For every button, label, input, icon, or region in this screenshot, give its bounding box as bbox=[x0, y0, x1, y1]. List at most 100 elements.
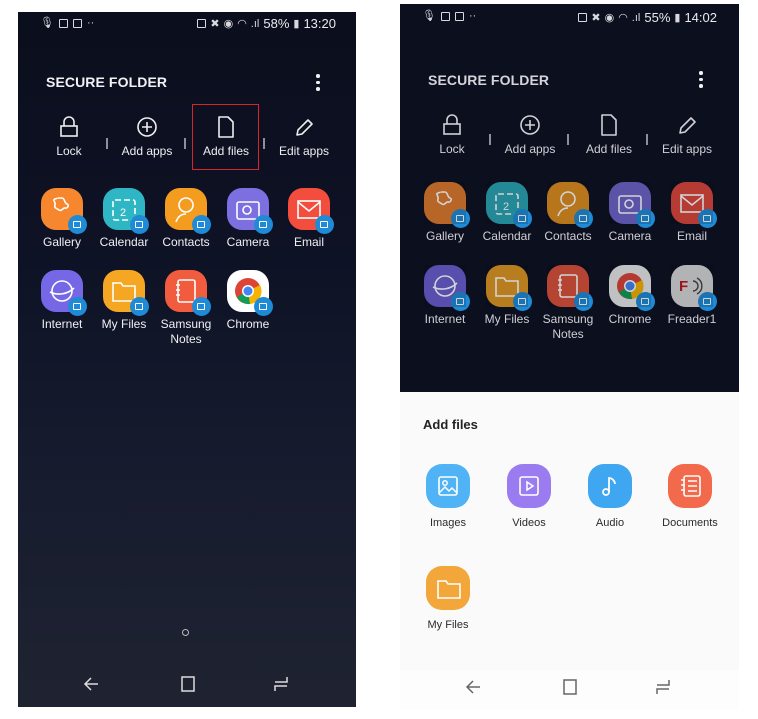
chrome-app-icon bbox=[609, 265, 655, 311]
app-calendar[interactable]: 2 Calendar bbox=[476, 182, 538, 244]
add-apps-button[interactable]: Add apps bbox=[490, 114, 570, 156]
calendar-app-icon: 2 bbox=[486, 182, 532, 228]
freader1-app-icon: F bbox=[671, 265, 717, 311]
app-my-files[interactable]: My Files bbox=[476, 265, 538, 327]
secure-folder-badge-icon bbox=[130, 297, 149, 316]
secure-folder-badge-icon bbox=[315, 215, 334, 234]
secure-folder-badge-icon bbox=[574, 209, 593, 228]
secure-folder-background: 🎙︎ ·· ✖ ◉ ◠ .ıl 55% ▮ 14:02 SECURE FOLDE… bbox=[400, 4, 739, 392]
app-calendar[interactable]: 2 Calendar bbox=[93, 188, 155, 250]
recents-icon[interactable] bbox=[272, 675, 290, 693]
app-label: My Files bbox=[101, 317, 147, 331]
action-bar: Lock Add apps Add files Edit apps bbox=[18, 116, 356, 176]
home-icon[interactable] bbox=[560, 678, 578, 696]
pencil-icon bbox=[296, 119, 313, 136]
app-label: Email bbox=[676, 229, 707, 243]
secure-folder-badge-icon bbox=[513, 292, 532, 311]
images-icon bbox=[426, 464, 470, 508]
app-chrome[interactable]: Chrome bbox=[599, 265, 661, 327]
battery-icon: ▮ bbox=[293, 17, 300, 30]
more-vert-icon[interactable] bbox=[316, 74, 320, 91]
sheet-option-videos[interactable]: Videos bbox=[489, 464, 569, 529]
contacts-app-icon bbox=[547, 182, 593, 228]
app-label: Chrome bbox=[608, 312, 652, 326]
app-camera[interactable]: Camera bbox=[217, 188, 279, 250]
camera-app-icon bbox=[609, 182, 655, 228]
app-internet[interactable]: Internet bbox=[31, 270, 93, 332]
recents-icon[interactable] bbox=[654, 678, 672, 696]
app-email[interactable]: Email bbox=[661, 182, 723, 244]
right-phone-screen: 🎙︎ ·· ✖ ◉ ◠ .ıl 55% ▮ 14:02 SECURE FOLDE… bbox=[400, 4, 739, 710]
app-chrome[interactable]: Chrome bbox=[217, 270, 279, 332]
image-icon bbox=[58, 18, 68, 28]
app-label: Gallery bbox=[425, 229, 464, 243]
gallery-app-icon bbox=[424, 182, 470, 228]
app-samsung-notes[interactable]: Samsung Notes bbox=[155, 270, 217, 347]
battery-saver-icon bbox=[578, 13, 588, 22]
back-icon[interactable] bbox=[82, 675, 100, 693]
lock-button[interactable]: Lock bbox=[412, 114, 492, 156]
app-gallery[interactable]: Gallery bbox=[31, 188, 93, 250]
battery-icon: ▮ bbox=[674, 11, 681, 24]
sheet-option-label: My Files bbox=[427, 619, 469, 631]
contacts-app-icon bbox=[165, 188, 211, 234]
app-email[interactable]: Email bbox=[278, 188, 340, 250]
samsung-notes-app-icon bbox=[165, 270, 211, 316]
battery-percent: 58% bbox=[263, 16, 290, 31]
app-label: Contacts bbox=[544, 229, 592, 243]
app-contacts[interactable]: Contacts bbox=[537, 182, 599, 244]
mute-icon: ✖ bbox=[591, 11, 601, 24]
my-files-app-icon bbox=[486, 265, 532, 311]
file-icon bbox=[601, 114, 617, 136]
sheet-option-my-files[interactable]: My Files bbox=[408, 566, 488, 631]
chrome-app-icon bbox=[227, 270, 273, 316]
sheet-option-audio[interactable]: Audio bbox=[570, 464, 650, 529]
alarm-icon: ◉ bbox=[223, 17, 234, 30]
app-gallery[interactable]: Gallery bbox=[414, 182, 476, 244]
app-my-files[interactable]: My Files bbox=[93, 270, 155, 332]
app-internet[interactable]: Internet bbox=[414, 265, 476, 327]
battery-percent: 55% bbox=[644, 10, 671, 25]
mic-icon: 🎙︎ bbox=[422, 10, 436, 22]
more-vert-icon[interactable] bbox=[699, 71, 703, 88]
sheet-option-images[interactable]: Images bbox=[408, 464, 488, 529]
app-label: Samsung Notes bbox=[160, 317, 212, 346]
add-apps-label: Add apps bbox=[121, 144, 173, 158]
add-files-button[interactable]: Add files bbox=[569, 114, 649, 156]
secure-folder-badge-icon bbox=[451, 292, 470, 311]
secure-folder-badge-icon bbox=[192, 297, 211, 316]
edit-apps-label: Edit apps bbox=[278, 144, 330, 158]
status-bar: 🎙︎ ·· ✖ ◉ ◠ .ıl 55% ▮ 14:02 bbox=[400, 4, 739, 28]
email-app-icon bbox=[671, 182, 717, 228]
add-apps-button[interactable]: Add apps bbox=[107, 116, 187, 158]
navigation-bar bbox=[18, 667, 356, 707]
email-app-icon bbox=[288, 188, 334, 234]
secure-folder-badge-icon bbox=[698, 209, 717, 228]
app-label: Internet bbox=[41, 317, 83, 331]
page-title: SECURE FOLDER bbox=[46, 74, 168, 90]
mute-icon: ✖ bbox=[210, 17, 220, 30]
camera-app-icon bbox=[227, 188, 273, 234]
signal-icon: .ıl bbox=[250, 17, 260, 30]
app-label: Internet bbox=[424, 312, 466, 326]
app-samsung-notes[interactable]: Samsung Notes bbox=[537, 265, 599, 342]
page-title: SECURE FOLDER bbox=[428, 72, 550, 88]
add-circle-icon bbox=[520, 115, 540, 135]
home-page-indicator bbox=[182, 629, 189, 636]
app-label: Freader1 bbox=[667, 312, 717, 326]
home-icon[interactable] bbox=[178, 675, 196, 693]
app-label: Contacts bbox=[162, 235, 210, 249]
wifi-icon: ◠ bbox=[237, 17, 247, 30]
app-camera[interactable]: Camera bbox=[599, 182, 661, 244]
app-contacts[interactable]: Contacts bbox=[155, 188, 217, 250]
secure-folder-badge-icon bbox=[254, 215, 273, 234]
back-icon[interactable] bbox=[464, 678, 482, 696]
sheet-option-documents[interactable]: Documents bbox=[650, 464, 730, 529]
edit-apps-button[interactable]: Edit apps bbox=[647, 114, 727, 156]
lock-button[interactable]: Lock bbox=[29, 116, 109, 158]
secure-folder-badge-icon bbox=[636, 209, 655, 228]
svg-text:2: 2 bbox=[503, 201, 509, 213]
app-freader1[interactable]: F Freader1 bbox=[661, 265, 723, 327]
edit-apps-button[interactable]: Edit apps bbox=[264, 116, 344, 158]
lock-label: Lock bbox=[439, 142, 465, 156]
